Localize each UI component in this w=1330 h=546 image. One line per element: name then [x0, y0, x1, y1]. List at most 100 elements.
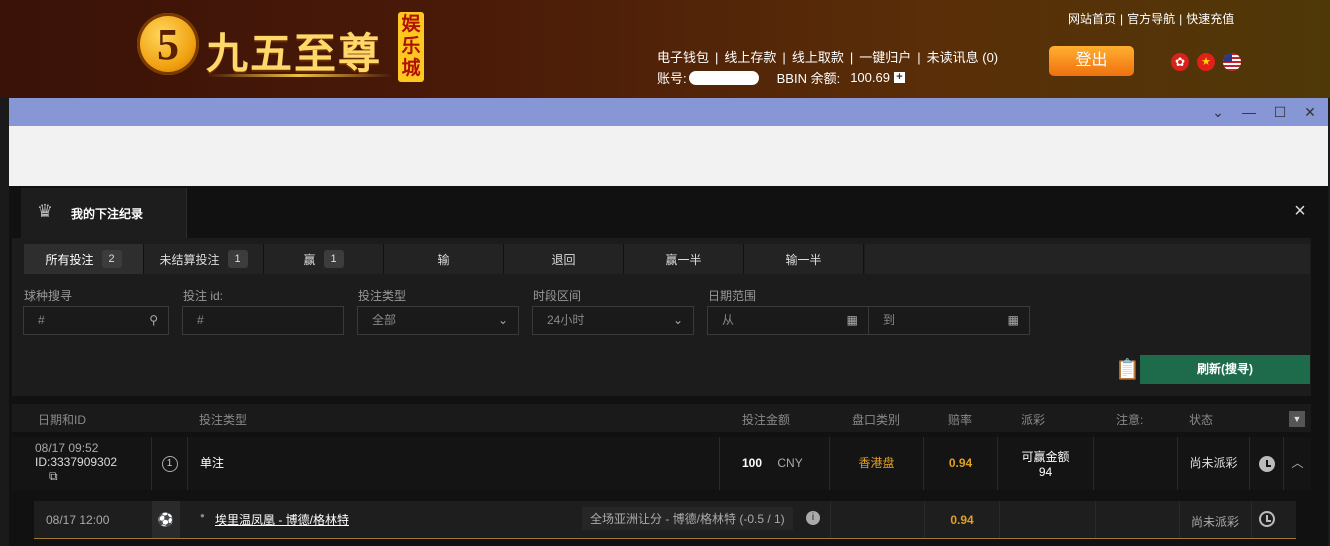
logo-five-icon: 5	[137, 13, 199, 75]
label-bet-id: 投注 id:	[183, 289, 224, 303]
bet-id-input[interactable]: #	[182, 306, 344, 335]
period-select[interactable]: 24小时 ⌄	[532, 306, 694, 335]
tab-half-win[interactable]: 赢一半	[624, 244, 744, 274]
logo-badge-text: 娱乐城	[401, 14, 421, 79]
cell-payout: 可赢金额 94	[998, 437, 1094, 490]
bet-type-value: 全部	[372, 313, 397, 327]
account-links: 电子钱包 | 线上存款 | 线上取款 | 一键归户 | 未读讯息 (0)	[657, 47, 998, 66]
cell-clock	[1250, 437, 1284, 490]
tab-refund[interactable]: 退回	[504, 244, 624, 274]
tab-half-lose[interactable]: 输一半	[744, 244, 864, 274]
hong-kong-flag-icon[interactable]: ✿	[1171, 53, 1189, 71]
masked-account-name	[688, 70, 759, 85]
tab-label: 所有投注	[45, 252, 94, 267]
header-payout: 派彩	[1021, 413, 1046, 427]
cell-amount: 100 CNY	[720, 437, 830, 490]
bet-filter-tabs: 所有投注 2 未结算投注 1 赢1 输 退回 赢一半 输一半	[24, 244, 864, 274]
panel-tab-bet-history[interactable]: ♛ 我的下注纪录	[21, 188, 187, 238]
chevron-down-icon: ⌄	[497, 313, 508, 327]
logo-title: 九五至尊	[206, 32, 383, 78]
logo-badge: 娱乐城	[398, 12, 424, 82]
label-sport-search: 球种搜寻	[24, 289, 73, 303]
link-unread-messages[interactable]: 未读讯息 (0)	[927, 50, 999, 65]
link-one-click-transfer[interactable]: 一键归户	[859, 50, 911, 65]
collapse-all-icon[interactable]: ▼	[1289, 411, 1305, 427]
calendar-icon[interactable]: ▦	[847, 307, 858, 334]
panel-title: 我的下注纪录	[71, 206, 144, 221]
bet-type-select[interactable]: 全部 ⌄	[357, 306, 519, 335]
separator: |	[715, 50, 719, 65]
divider	[1251, 501, 1252, 538]
bet-index: 1	[161, 455, 178, 472]
us-flag-icon[interactable]	[1223, 53, 1241, 71]
tab-lose[interactable]: 输	[384, 244, 504, 274]
clipboard-icon[interactable]: 📋	[1115, 357, 1140, 381]
balance-label: BBIN 余额:	[776, 71, 841, 86]
bet-currency: CNY	[777, 456, 803, 470]
list-item[interactable]: 08/17 12:00 ⚽ ● 埃里温凤凰 - 博德/格林特 全场亚洲让分 - …	[34, 501, 1296, 539]
logout-button[interactable]: 登出	[1049, 46, 1134, 76]
trophy-icon: ♛	[36, 201, 54, 221]
separator: |	[849, 50, 854, 65]
tab-all-bets[interactable]: 所有投注 2	[24, 244, 144, 274]
bullet-icon: ●	[200, 511, 205, 520]
table-header: 日期和ID 投注类型 投注金额 盘口类别 赔率 派彩 注意: 状态 ▼	[12, 404, 1311, 432]
link-quick-recharge[interactable]: 快速充值	[1186, 12, 1234, 26]
clock-icon	[1258, 455, 1275, 472]
search-icon[interactable]: ⚲	[149, 307, 158, 334]
label-period: 时段区间	[533, 289, 582, 303]
cell-odds-type: 香港盘	[830, 437, 924, 490]
window-titlebar	[9, 98, 1328, 126]
header-bet-type: 投注类型	[199, 413, 248, 427]
panel-close-icon[interactable]: ×	[1289, 200, 1311, 222]
divider	[1095, 501, 1096, 538]
china-flag-icon[interactable]: ★	[1197, 53, 1215, 71]
logo-underline	[206, 74, 392, 77]
link-online-deposit[interactable]: 线上存款	[724, 50, 776, 65]
account-label: 账号:	[657, 71, 687, 86]
divider	[999, 501, 1000, 538]
close-icon[interactable]: ✕	[1297, 98, 1323, 126]
refresh-search-button[interactable]: 刷新(搜寻)	[1140, 355, 1310, 384]
date-from-placeholder: 从	[722, 313, 735, 327]
label-date-range: 日期范围	[708, 289, 757, 303]
tab-win[interactable]: 赢1	[264, 244, 384, 274]
maximize-icon[interactable]: ☐	[1267, 98, 1293, 126]
chevron-down-icon[interactable]: ⌄	[1205, 98, 1231, 126]
tab-count: 1	[227, 250, 248, 268]
header-odds: 赔率	[948, 413, 973, 427]
minimize-icon[interactable]: —	[1236, 98, 1262, 126]
link-home[interactable]: 网站首页	[1068, 12, 1116, 26]
date-to-placeholder: 到	[883, 313, 896, 327]
top-links: 网站首页 | 官方导航 | 快速充值	[1068, 10, 1234, 27]
plus-icon[interactable]: +	[893, 72, 905, 83]
tab-unsettled[interactable]: 未结算投注 1	[144, 244, 264, 274]
account-row: 账号: BBIN 余额: 100.69 +	[657, 68, 905, 87]
table-row[interactable]: 08/17 09:52 ID:3337909302 ⧉ 1 单注 100 CNY…	[12, 437, 1311, 490]
chevron-down-icon: ⌄	[672, 313, 683, 327]
separator: |	[782, 50, 786, 65]
separator: |	[1179, 12, 1183, 26]
date-from-input[interactable]: 从 ▦	[707, 306, 869, 335]
copy-icon[interactable]: ⧉	[49, 469, 151, 484]
tab-count: 1	[323, 250, 344, 268]
selection-odds: 0.94	[950, 513, 974, 527]
bet-datetime: 08/17 09:52	[35, 441, 99, 455]
calendar-icon[interactable]: ▦	[1008, 307, 1019, 334]
link-online-withdraw[interactable]: 线上取款	[792, 50, 844, 65]
tab-count: 2	[101, 250, 122, 268]
info-icon[interactable]: i	[806, 511, 820, 525]
cell-note	[1094, 437, 1178, 490]
link-official-nav[interactable]: 官方导航	[1127, 12, 1175, 26]
market-label: 全场亚洲让分 - 博德/格林特 (-0.5 / 1)	[582, 507, 793, 530]
date-to-input[interactable]: 到 ▦	[868, 306, 1030, 335]
cell-bet-type: 单注	[188, 437, 720, 490]
link-e-wallet[interactable]: 电子钱包	[657, 50, 709, 65]
tab-label: 未结算投注	[159, 252, 220, 267]
match-name-link[interactable]: 埃里温凤凰 - 博德/格林特	[215, 511, 349, 528]
chevron-up-icon[interactable]: ︿	[1284, 437, 1311, 490]
tab-label: 赢一半	[665, 252, 702, 267]
sport-search-input[interactable]: # ⚲	[23, 306, 169, 335]
header-date-id: 日期和ID	[38, 413, 87, 427]
payout-label: 可赢金额	[1021, 450, 1070, 464]
